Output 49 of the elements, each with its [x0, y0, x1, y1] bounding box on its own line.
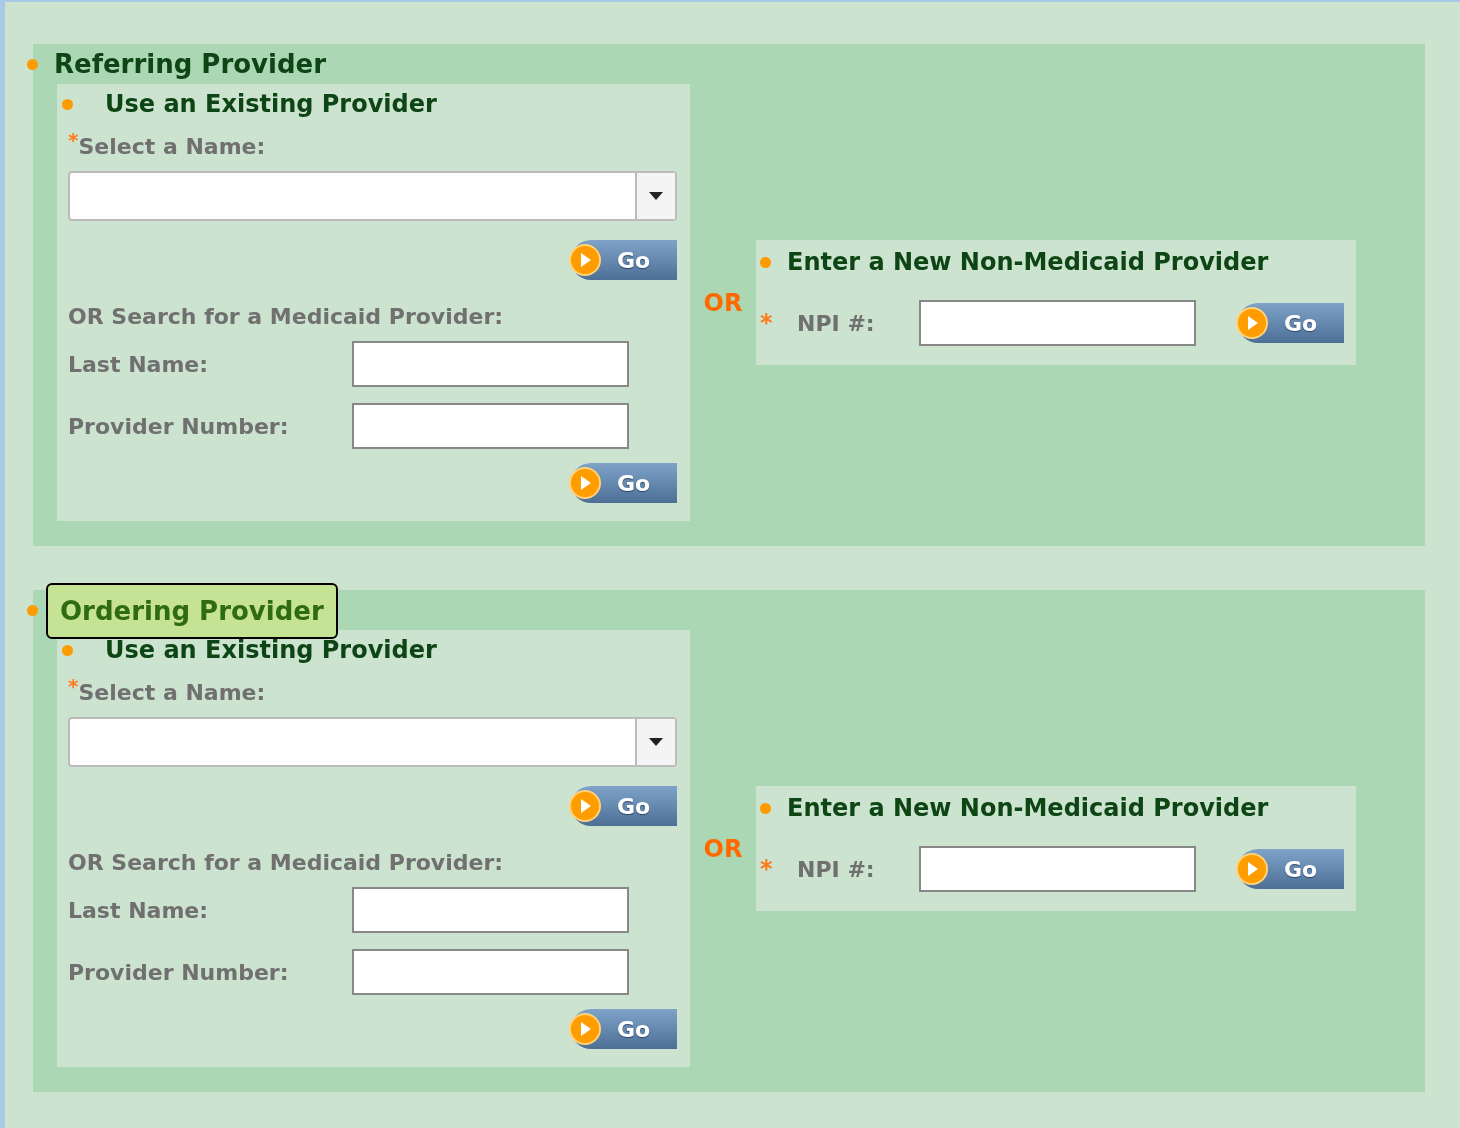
field-label: Last Name: [68, 896, 210, 925]
panel-heading: Enter a New Non-Medicaid Provider [787, 247, 1269, 278]
required-mark: * [760, 854, 774, 885]
required-mark: * [68, 130, 79, 150]
field-label: Select a Name: [78, 134, 266, 161]
input-field[interactable] [352, 887, 629, 933]
go-button[interactable]: Go [571, 786, 677, 826]
section-label: OR Search for a Medicaid Provider: [68, 849, 505, 877]
play-icon [1236, 853, 1268, 885]
input-field[interactable] [919, 300, 1196, 346]
bullet-icon [760, 256, 771, 268]
caret-icon [649, 738, 663, 746]
go-button[interactable]: Go [1238, 303, 1344, 343]
play-icon [569, 790, 601, 822]
bullet-icon [62, 98, 73, 110]
required-mark: * [68, 676, 79, 696]
play-icon [569, 467, 601, 499]
field-label: NPI #: [797, 855, 876, 884]
caret-icon [649, 192, 663, 200]
field-label: Provider Number: [68, 412, 290, 441]
play-icon [1236, 307, 1268, 339]
bullet-icon [62, 644, 73, 656]
play-icon [569, 244, 601, 276]
bullet-icon [27, 58, 38, 70]
field-label: Last Name: [68, 350, 210, 379]
input-field[interactable] [352, 949, 629, 995]
panel-heading: Enter a New Non-Medicaid Provider [787, 793, 1269, 824]
or-label: OR [702, 287, 744, 319]
field-label: NPI #: [797, 309, 876, 338]
section-label: OR Search for a Medicaid Provider: [68, 303, 505, 331]
panel-heading: Use an Existing Provider [105, 89, 437, 120]
go-button[interactable]: Go [571, 463, 677, 503]
bullet-icon [27, 604, 38, 616]
name-dropdown[interactable] [68, 717, 677, 767]
section-title: Referring Provider [53, 47, 326, 81]
field-label: Provider Number: [68, 958, 290, 987]
input-field[interactable] [919, 846, 1196, 892]
go-button[interactable]: Go [571, 1009, 677, 1049]
input-field[interactable] [352, 403, 629, 449]
or-label: OR [702, 833, 744, 865]
required-mark: * [760, 308, 774, 339]
play-icon [569, 1013, 601, 1045]
bullet-icon [760, 802, 771, 814]
field-label: Select a Name: [78, 680, 266, 707]
name-dropdown[interactable] [68, 171, 677, 221]
input-field[interactable] [352, 341, 629, 387]
go-button[interactable]: Go [1238, 849, 1344, 889]
go-button[interactable]: Go [571, 240, 677, 280]
section-title: Ordering Provider [46, 583, 338, 639]
